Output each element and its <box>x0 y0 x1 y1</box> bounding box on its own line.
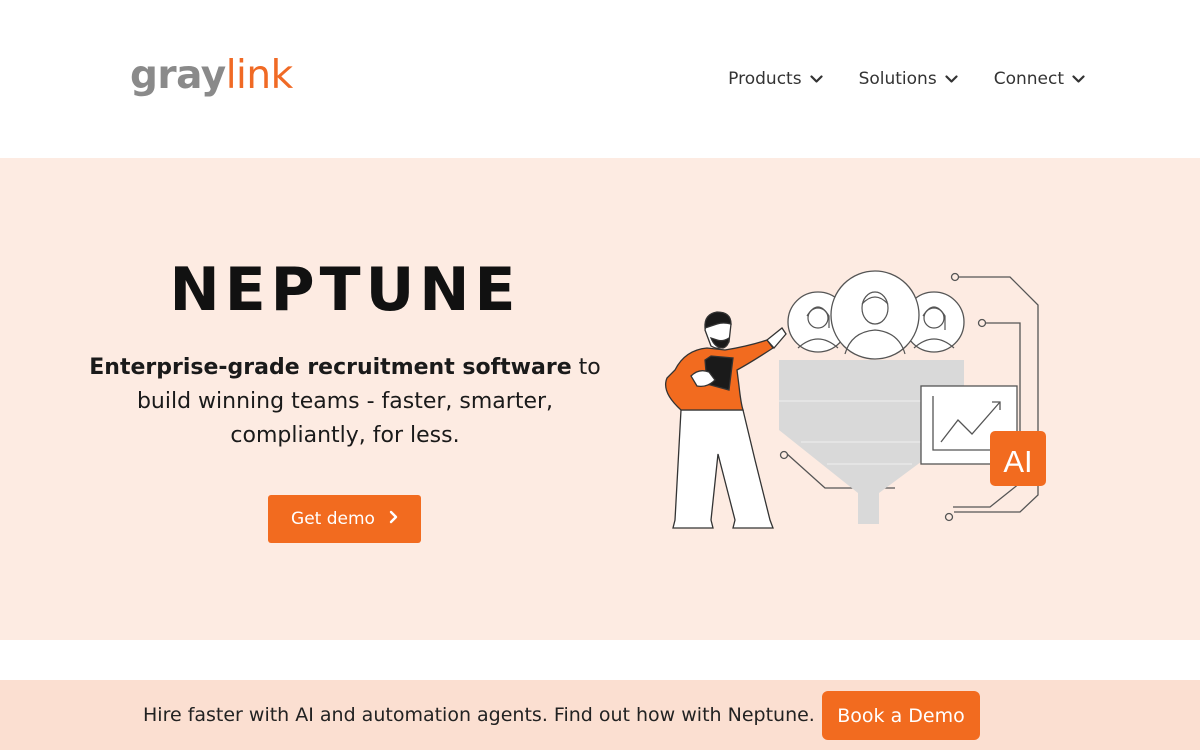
ai-badge-label: AI <box>1003 444 1032 479</box>
banner-text: Hire faster with AI and automation agent… <box>143 704 815 726</box>
hero-title: NEPTUNE <box>169 255 521 325</box>
nav-item-label: Products <box>728 69 802 89</box>
chevron-down-icon <box>809 74 823 84</box>
nav-item-label: Connect <box>993 69 1064 89</box>
hero-subtitle: Enterprise-grade recruitment software to… <box>80 351 610 453</box>
chevron-down-icon <box>945 74 958 84</box>
hero-subtitle-bold: Enterprise-grade recruitment software <box>89 355 572 380</box>
logo-text-gray: gray <box>130 53 226 98</box>
logo-text-link: link <box>225 53 293 98</box>
site-header: graylink Products Solutions Connect <box>0 0 1200 158</box>
get-demo-button[interactable]: Get demo <box>268 495 421 543</box>
nav-item-label: Solutions <box>858 69 937 89</box>
book-demo-button[interactable]: Book a Demo <box>822 691 980 740</box>
hero-section: NEPTUNE Enterprise-grade recruitment sof… <box>0 158 1200 640</box>
recruitment-funnel-illustration: AI <box>664 270 1046 529</box>
chevron-down-icon <box>1072 74 1085 84</box>
nav-item-connect[interactable]: Connect <box>994 66 1085 92</box>
nav-item-solutions[interactable]: Solutions <box>859 66 958 92</box>
graylink-logo[interactable]: graylink <box>130 52 293 100</box>
main-nav: Products Solutions Connect <box>728 66 1085 92</box>
get-demo-label: Get demo <box>291 509 375 529</box>
nav-item-products[interactable]: Products <box>728 66 823 92</box>
promo-banner: Hire faster with AI and automation agent… <box>0 680 1200 750</box>
chevron-right-icon <box>389 509 398 529</box>
